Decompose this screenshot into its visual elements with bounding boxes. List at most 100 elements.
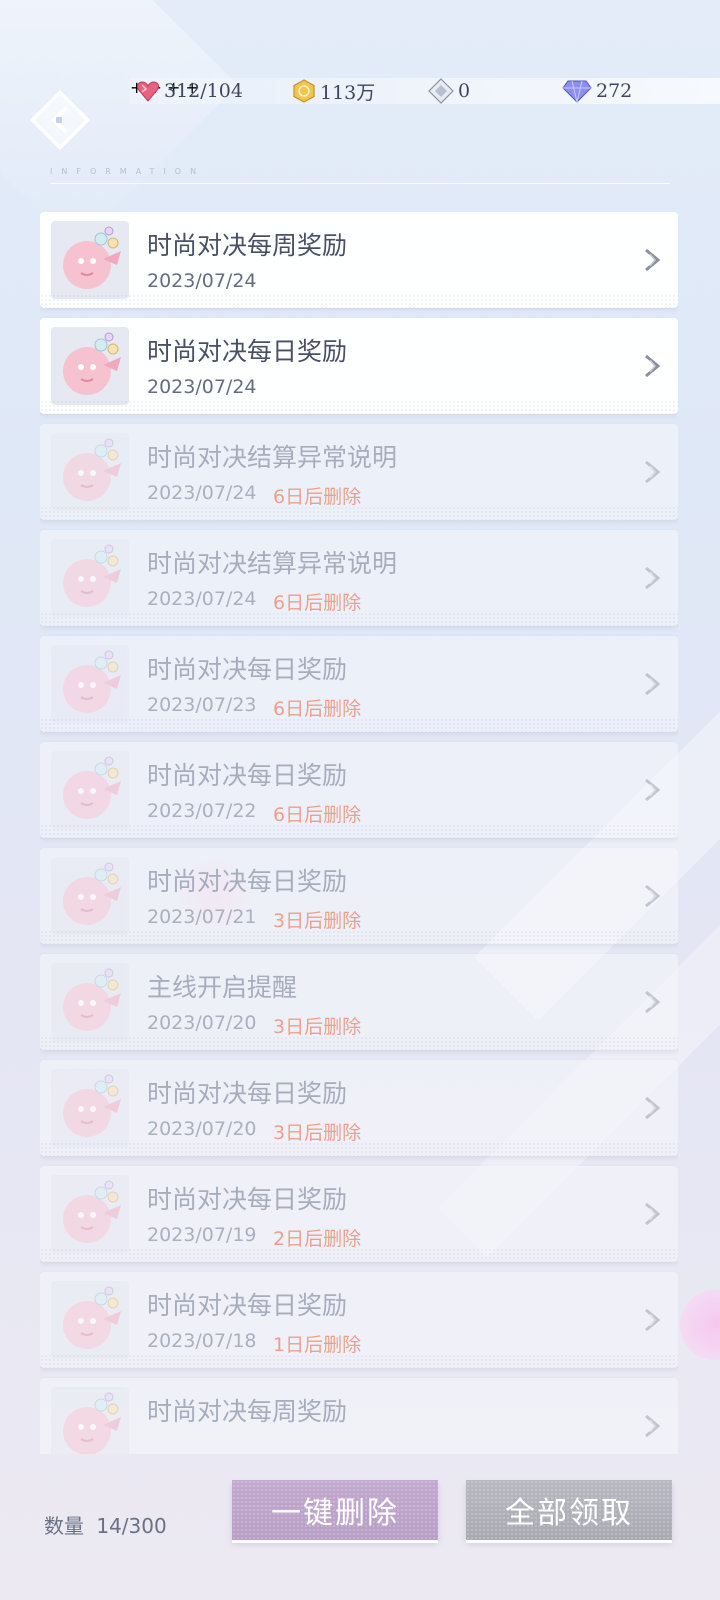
mail-date: 2023/07/24 [147,376,257,398]
pink-mascot-icon [63,332,121,395]
card-texture [40,294,678,308]
card-texture [40,400,678,414]
chevron-right-icon [645,1202,661,1226]
mail-sender-avatar [51,1281,129,1359]
resource-silver: 0 [428,78,470,104]
card-texture [40,1354,678,1368]
resource-value: 113万 [320,81,376,104]
resource-bar: 312/104 + 113万 + 0 + 272 + [130,78,720,104]
mail-expire-label: 6日后删除 [273,486,362,508]
resource-diamonds: 272 [562,78,632,104]
chevron-right-icon [645,672,661,696]
mail-item[interactable]: 时尚对决每日奖励 2023/07/22 6日后删除 [40,742,678,838]
mail-sender-avatar [51,1175,129,1253]
mail-date: 2023/07/21 [147,906,257,928]
pink-heart-gem-icon [137,81,159,102]
mail-title: 时尚对决每日奖励 [147,867,348,896]
mail-expire-label: 3日后删除 [273,910,362,932]
pink-mascot-icon [63,438,121,501]
mail-date: 2023/07/22 [147,800,257,822]
header-divider [50,183,670,184]
background-glow [680,1290,720,1360]
pink-mascot-icon [63,862,121,925]
chevron-right-icon [645,248,661,272]
mail-expire-label: 2日后删除 [273,1228,362,1250]
mail-date: 2023/07/20 [147,1012,257,1034]
pink-mascot-icon [63,226,121,289]
mail-title: 时尚对决结算异常说明 [147,549,398,578]
mail-item[interactable]: 主线开启提醒 2023/07/20 3日后删除 [40,954,678,1050]
mail-title: 主线开启提醒 [147,973,298,1002]
pink-mascot-icon [63,1180,121,1243]
mail-sender-avatar [51,963,129,1041]
chevron-right-icon [645,1308,661,1332]
chevron-right-icon [645,990,661,1014]
header-info-label: INFORMATION [50,167,206,176]
pink-mascot-icon [63,544,121,607]
mail-title: 时尚对决每周奖励 [147,1397,348,1426]
back-button[interactable] [29,89,91,151]
card-texture [40,1036,678,1050]
pink-mascot-icon [63,1286,121,1349]
mail-title: 时尚对决每周奖励 [147,231,348,260]
mail-list[interactable]: 时尚对决每周奖励 2023/07/24 时尚对决每日奖励 2023/07/24 时尚对决… [40,212,678,1454]
mail-sender-avatar [51,751,129,829]
delete-all-button[interactable]: 一键删除 [232,1480,438,1540]
mail-sender-avatar [51,1387,129,1454]
mail-title: 时尚对决每日奖励 [147,1291,348,1320]
mail-sender-avatar [51,221,129,299]
mail-title: 时尚对决每日奖励 [147,1185,348,1214]
mail-title: 时尚对决每日奖励 [147,1079,348,1108]
back-arrow-icon [29,89,91,151]
mail-item[interactable]: 时尚对决每日奖励 2023/07/24 [40,318,678,414]
card-texture [40,612,678,626]
silver-diamond-icon [428,78,454,104]
mail-title: 时尚对决每日奖励 [147,655,348,684]
mail-item[interactable]: 时尚对决结算异常说明 2023/07/24 6日后删除 [40,424,678,520]
pink-mascot-icon [63,650,121,713]
resource-value: 272 [596,80,633,102]
mail-item[interactable]: 时尚对决每日奖励 2023/07/23 6日后删除 [40,636,678,732]
mail-item[interactable]: 时尚对决结算异常说明 2023/07/24 6日后删除 [40,530,678,626]
mail-expire-label: 1日后删除 [273,1334,362,1356]
mail-expire-label: 6日后删除 [273,592,362,614]
mail-item[interactable]: 时尚对决每周奖励 2023/07/24 [40,212,678,308]
card-texture [40,1142,678,1156]
chevron-right-icon [645,566,661,590]
mail-date: 2023/07/24 [147,482,257,504]
mail-sender-avatar [51,433,129,511]
mail-sender-avatar [51,857,129,935]
resource-value: 0 [458,80,471,102]
mail-item[interactable]: 时尚对决每日奖励 2023/07/18 1日后删除 [40,1272,678,1368]
card-texture [40,718,678,732]
resource-coins: 113万 [292,78,375,104]
mail-date: 2023/07/20 [147,1118,257,1140]
mail-item[interactable]: 时尚对决每日奖励 2023/07/19 2日后删除 [40,1166,678,1262]
chevron-right-icon [645,354,661,378]
card-texture [40,930,678,944]
chevron-right-icon [645,460,661,484]
mail-expire-label: 6日后删除 [273,804,362,826]
mail-count: 数量 14/300 [44,1510,167,1539]
chevron-right-icon [645,884,661,908]
claim-all-button[interactable]: 全部领取 [466,1480,672,1540]
mail-title: 时尚对决每日奖励 [147,761,348,790]
mail-title: 时尚对决每日奖励 [147,337,348,366]
mail-sender-avatar [51,645,129,723]
mail-date: 2023/07/24 [147,588,257,610]
mail-count-value: 14/300 [96,1514,167,1538]
mail-item[interactable]: 时尚对决每日奖励 2023/07/21 3日后删除 [40,848,678,944]
chevron-right-icon [645,1414,661,1438]
mail-item[interactable]: 时尚对决每日奖励 2023/07/20 3日后删除 [40,1060,678,1156]
mail-expire-label: 6日后删除 [273,698,362,720]
blue-diamond-icon [562,80,592,103]
card-texture [40,1248,678,1262]
pink-mascot-icon [63,1074,121,1137]
chevron-right-icon [645,778,661,802]
mail-date: 2023/07/19 [147,1224,257,1246]
mail-item[interactable]: 时尚对决每周奖励 [40,1378,678,1454]
mail-date: 2023/07/23 [147,694,257,716]
resource-value: 312/104 [164,80,243,102]
mail-sender-avatar [51,539,129,617]
pink-mascot-icon [63,756,121,819]
